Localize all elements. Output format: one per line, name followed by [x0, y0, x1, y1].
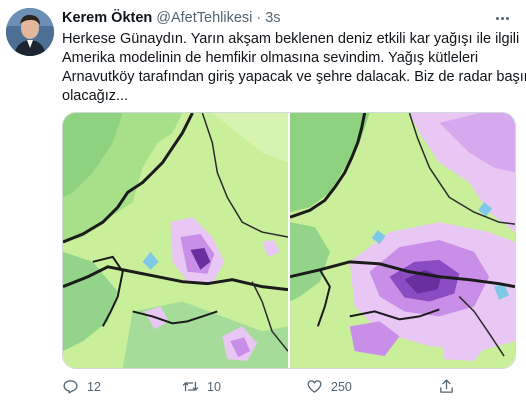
tweet-text: Herkese Günaydın. Yarın akşam beklenen d…: [62, 30, 526, 106]
tweet[interactable]: Kerem Ökten @AfetTehlikesi · 3s Herkese …: [0, 0, 526, 404]
like-button[interactable]: 250: [306, 378, 352, 395]
author-name[interactable]: Kerem Ökten: [62, 10, 152, 26]
tweet-text-line: Herkese Günaydın. Yarın akşam beklenen d…: [62, 31, 520, 47]
tweet-text-line: Amerika modelinin de hemfikir olmasına s…: [62, 50, 479, 66]
forecast-map-left[interactable]: [63, 113, 288, 368]
forecast-map-right[interactable]: [290, 113, 515, 368]
tweet-text-line: Arnavutköy tarafından giriş yapacak ve ş…: [62, 69, 526, 85]
retweet-icon: [182, 381, 199, 392]
tweet-text-line: olacağız...: [62, 88, 129, 104]
tweet-time[interactable]: 3s: [265, 10, 280, 26]
share-button[interactable]: [438, 378, 455, 395]
heart-icon: [307, 380, 322, 393]
tweet-header: Kerem Ökten @AfetTehlikesi · 3s: [62, 10, 281, 28]
separator: ·: [256, 10, 262, 26]
more-options-icon[interactable]: [492, 10, 512, 26]
retweet-button[interactable]: 10: [182, 378, 221, 395]
avatar[interactable]: [6, 8, 54, 56]
author-handle[interactable]: @AfetTehlikesi: [156, 10, 252, 26]
retweet-count: 10: [207, 379, 221, 394]
reply-count: 12: [87, 379, 101, 394]
tweet-media[interactable]: [62, 112, 516, 369]
reply-button[interactable]: 12: [62, 378, 101, 395]
share-icon: [440, 379, 453, 393]
reply-icon: [63, 380, 78, 394]
like-count: 250: [331, 379, 352, 394]
tweet-actions: 12 10 250: [62, 378, 502, 398]
